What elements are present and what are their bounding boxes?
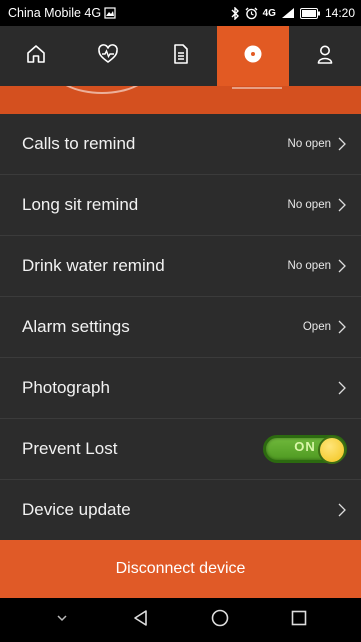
toggle-knob xyxy=(318,436,346,464)
row-alarm-settings[interactable]: Alarm settings Open xyxy=(0,297,361,358)
row-label: Device update xyxy=(22,500,131,519)
row-device-update[interactable]: Device update xyxy=(0,480,361,541)
alarm-clock-icon xyxy=(245,7,258,20)
tab-profile[interactable] xyxy=(289,26,361,86)
row-label: Prevent Lost xyxy=(22,439,118,458)
battery-icon xyxy=(299,7,320,19)
carrier-label: China Mobile 4G xyxy=(8,6,102,20)
row-label: Alarm settings xyxy=(22,317,130,336)
back-icon[interactable] xyxy=(130,607,152,634)
system-nav-bar xyxy=(0,598,361,642)
tab-heart-rate[interactable] xyxy=(72,26,144,86)
progress-arc-decoration xyxy=(52,86,152,94)
row-calls-to-remind[interactable]: Calls to remind No open xyxy=(0,114,361,175)
bluetooth-icon xyxy=(230,6,240,20)
home-icon xyxy=(25,43,47,70)
signal-icon xyxy=(281,7,295,19)
heart-rate-icon xyxy=(97,43,119,70)
status-bar: China Mobile 4G 4G 14:20 xyxy=(0,0,361,26)
chevron-right-icon xyxy=(338,198,346,212)
row-prevent-lost: Prevent Lost ON xyxy=(0,419,361,480)
row-label: Long sit remind xyxy=(22,195,139,214)
image-notification-icon xyxy=(104,7,116,19)
user-icon xyxy=(314,43,336,70)
row-long-sit-remind[interactable]: Long sit remind No open xyxy=(0,175,361,236)
document-icon xyxy=(170,43,192,70)
chevron-right-icon xyxy=(338,320,346,334)
prevent-lost-toggle[interactable]: ON xyxy=(263,435,347,464)
row-status: No open xyxy=(287,199,331,211)
recent-apps-icon[interactable] xyxy=(288,607,310,634)
header-strip xyxy=(0,86,361,114)
row-photograph[interactable]: Photograph xyxy=(0,358,361,419)
network-type-label: 4G xyxy=(262,7,276,19)
home-circle-icon[interactable] xyxy=(209,607,231,634)
tab-records[interactable] xyxy=(144,26,216,86)
hide-keyboard-icon[interactable] xyxy=(51,607,73,634)
chevron-right-icon xyxy=(338,137,346,151)
tab-settings[interactable] xyxy=(216,26,289,86)
tab-home[interactable] xyxy=(0,26,72,86)
chevron-right-icon xyxy=(338,381,346,395)
row-status: Open xyxy=(302,321,331,333)
disconnect-device-label: Disconnect device xyxy=(115,560,246,577)
row-status: No open xyxy=(287,138,331,150)
status-time: 14:20 xyxy=(324,6,355,20)
chevron-right-icon xyxy=(338,503,346,517)
row-label: Drink water remind xyxy=(22,256,165,275)
disconnect-device-button[interactable]: Disconnect device xyxy=(0,540,361,598)
chevron-right-icon xyxy=(338,259,346,273)
row-label: Calls to remind xyxy=(22,134,136,153)
top-nav xyxy=(0,26,361,86)
row-drink-water-remind[interactable]: Drink water remind No open xyxy=(0,236,361,297)
row-label: Photograph xyxy=(22,378,110,397)
settings-icon xyxy=(242,43,264,70)
row-status: No open xyxy=(287,260,331,272)
settings-list: Calls to remind No open Long sit remind … xyxy=(0,114,361,541)
header-divider xyxy=(232,87,282,89)
